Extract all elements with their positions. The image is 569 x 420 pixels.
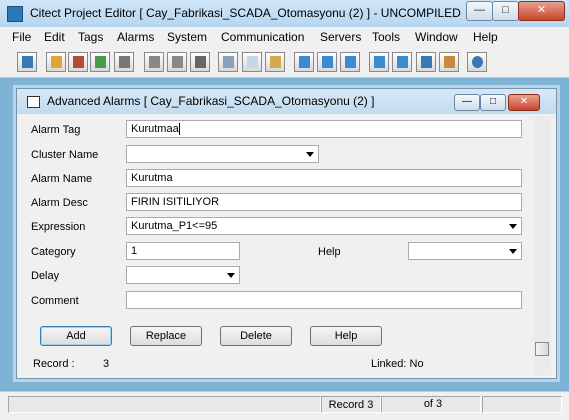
cluster-name-label: Cluster Name (31, 149, 99, 161)
child-window-title: Advanced Alarms [ Cay_Fabrikasi_SCADA_Ot… (47, 94, 375, 108)
alarm-tag-label: Alarm Tag (31, 124, 81, 136)
application-window: Citect Project Editor [ Cay_Fabrikasi_SC… (0, 0, 569, 420)
save-down-icon[interactable] (369, 52, 389, 72)
child-minimize-button[interactable]: — (454, 94, 480, 111)
project-icon[interactable] (17, 52, 37, 72)
chevron-down-icon (509, 224, 517, 229)
linked-status: Linked: No (371, 358, 424, 370)
book-icon[interactable] (46, 52, 66, 72)
paste-page-icon[interactable] (167, 52, 187, 72)
menu-alarms[interactable]: Alarms (117, 30, 154, 44)
window-title: Citect Project Editor [ Cay_Fabrikasi_SC… (30, 6, 461, 20)
back-arrow-icon[interactable] (294, 52, 314, 72)
category-field[interactable]: 1 (126, 242, 240, 260)
menu-servers[interactable]: Servers (320, 30, 361, 44)
comment-field[interactable] (126, 291, 522, 309)
menu-communication[interactable]: Communication (221, 30, 304, 44)
toolbar (0, 47, 569, 78)
cut-icon[interactable] (218, 52, 238, 72)
child-close-button[interactable]: ✕ (508, 94, 540, 111)
alarm-desc-field[interactable]: FIRIN ISITILIYOR (126, 193, 522, 211)
minimize-button[interactable]: — (466, 1, 493, 21)
menu-window[interactable]: Window (415, 30, 458, 44)
record-label: Record : (33, 358, 75, 370)
chevron-down-icon (509, 249, 517, 254)
library-icon[interactable] (68, 52, 88, 72)
graphics-icon[interactable] (90, 52, 110, 72)
print-icon[interactable] (190, 52, 210, 72)
find-icon[interactable] (416, 52, 436, 72)
menu-bar: File Edit Tags Alarms System Communicati… (0, 27, 569, 47)
menu-edit[interactable]: Edit (44, 30, 65, 44)
menu-system[interactable]: System (167, 30, 207, 44)
chevron-down-icon (306, 152, 314, 157)
copy-page-icon[interactable] (144, 52, 164, 72)
form-icon (27, 96, 40, 108)
help-button[interactable]: Help (310, 326, 382, 346)
scrollbar-thumb[interactable] (535, 342, 549, 356)
category-label: Category (31, 246, 76, 258)
child-title-bar: Advanced Alarms [ Cay_Fabrikasi_SCADA_Ot… (17, 89, 556, 114)
paste-icon[interactable] (265, 52, 285, 72)
status-extra-cell (482, 396, 562, 413)
delay-dropdown[interactable] (126, 266, 240, 284)
form-scrollbar[interactable] (534, 116, 551, 375)
copy-icon[interactable] (242, 52, 262, 72)
help-dropdown[interactable] (408, 242, 522, 260)
forward-arrow-icon[interactable] (317, 52, 337, 72)
tag-icon[interactable] (392, 52, 412, 72)
comment-label: Comment (31, 295, 79, 307)
add-button[interactable]: Add (40, 326, 112, 346)
status-message-cell (8, 396, 321, 413)
alarm-desc-label: Alarm Desc (31, 197, 88, 209)
text-cursor (178, 123, 180, 136)
cluster-name-dropdown[interactable] (126, 145, 319, 163)
record-value: 3 (103, 358, 110, 370)
title-bar: Citect Project Editor [ Cay_Fabrikasi_SC… (0, 0, 569, 28)
compile-icon[interactable] (439, 52, 459, 72)
status-bar: Record 3 of 3 (0, 391, 569, 420)
maximize-button[interactable]: □ (492, 1, 519, 21)
status-record: Record 3 (321, 396, 381, 413)
menu-file[interactable]: File (12, 30, 31, 44)
citect-app-icon (7, 6, 23, 22)
alarm-tag-field[interactable]: Kurutmaa (126, 120, 522, 138)
child-maximize-button[interactable]: □ (480, 94, 506, 111)
help-label: Help (318, 246, 341, 258)
expression-label: Expression (31, 221, 86, 233)
chevron-down-icon (227, 273, 235, 278)
menu-help[interactable]: Help (473, 30, 498, 44)
replace-button[interactable]: Replace (130, 326, 202, 346)
replace-arrow-icon[interactable] (340, 52, 360, 72)
expression-dropdown[interactable]: Kurutma_P1<=95 (126, 217, 522, 235)
page-list-icon[interactable] (114, 52, 134, 72)
status-of-total: of 3 (423, 398, 443, 410)
menu-tags[interactable]: Tags (78, 30, 103, 44)
alarm-name-label: Alarm Name (31, 173, 93, 185)
delete-button[interactable]: Delete (220, 326, 292, 346)
close-button[interactable]: ✕ (518, 1, 565, 21)
help-icon[interactable] (467, 52, 487, 72)
alarm-name-field[interactable]: Kurutma (126, 169, 522, 187)
menu-tools[interactable]: Tools (372, 30, 400, 44)
delay-label: Delay (31, 270, 60, 282)
